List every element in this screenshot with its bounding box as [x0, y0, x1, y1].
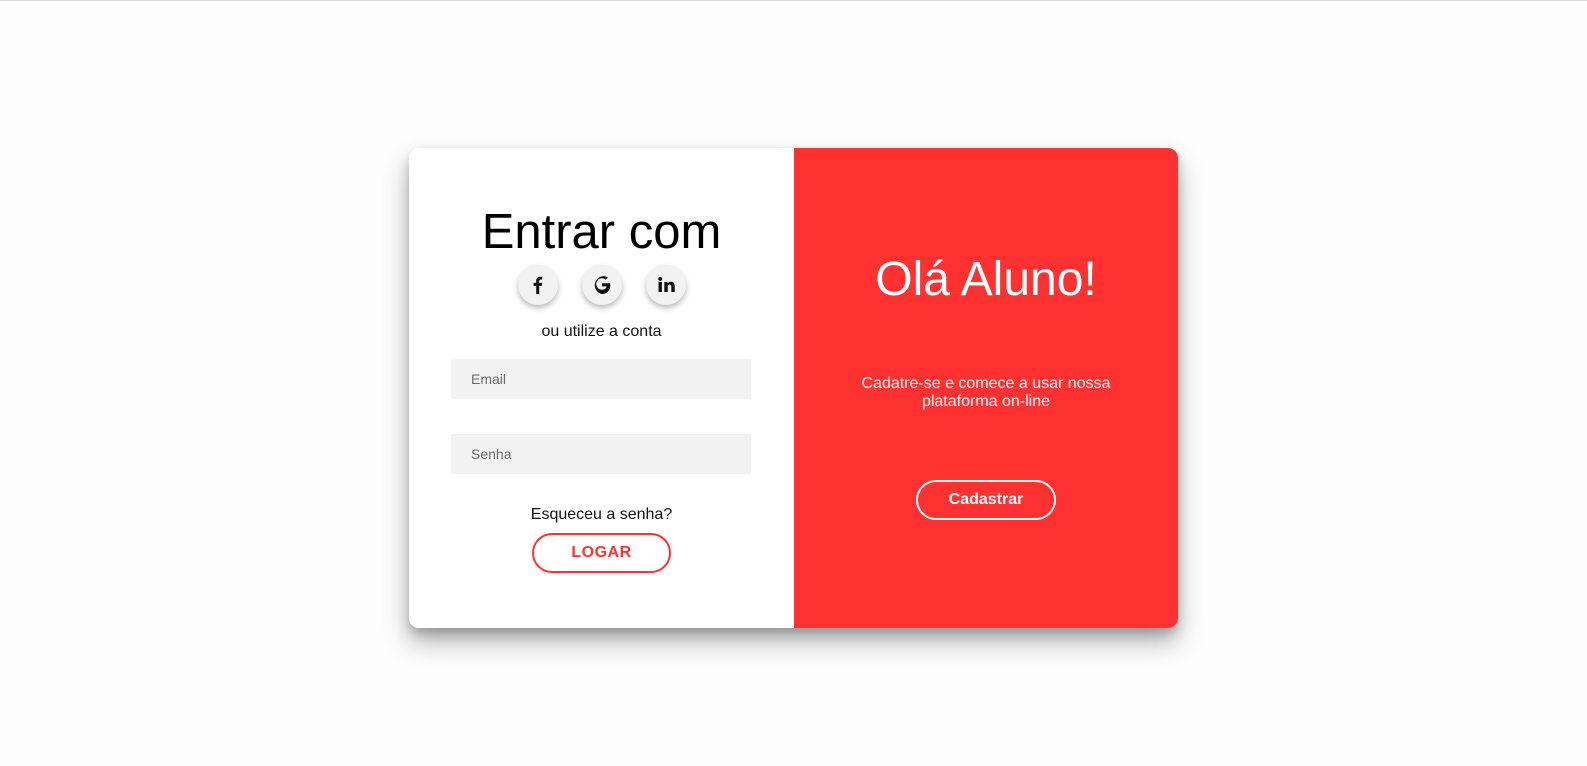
signup-title: Olá Aluno!: [875, 253, 1097, 306]
login-title: Entrar com: [481, 205, 722, 259]
login-button[interactable]: LOGAR: [532, 533, 671, 573]
password-field[interactable]: [451, 434, 751, 474]
auth-card: Entrar com ou utilize a conta Email Esqu…: [409, 148, 1178, 628]
facebook-icon: [533, 276, 542, 294]
top-divider: [0, 0, 1587, 1]
linkedin-button[interactable]: [645, 265, 686, 305]
signup-button[interactable]: Cadastrar: [916, 480, 1056, 520]
alt-login-text: ou utilize a conta: [541, 323, 662, 340]
signup-panel: Olá Aluno! Cadatre-se e comece a usar no…: [794, 148, 1178, 628]
google-button[interactable]: [581, 265, 622, 305]
login-panel: Entrar com ou utilize a conta Email Esqu…: [409, 148, 794, 628]
linkedin-icon: [657, 276, 675, 292]
forgot-password-link[interactable]: Esqueceu a senha?: [409, 506, 794, 524]
facebook-button[interactable]: [517, 265, 558, 305]
google-icon: [594, 276, 610, 294]
social-login-group: [409, 265, 794, 305]
email-field[interactable]: [451, 359, 751, 399]
signup-description: Cadatre-se e comece a usar nossa platafo…: [861, 375, 1111, 410]
